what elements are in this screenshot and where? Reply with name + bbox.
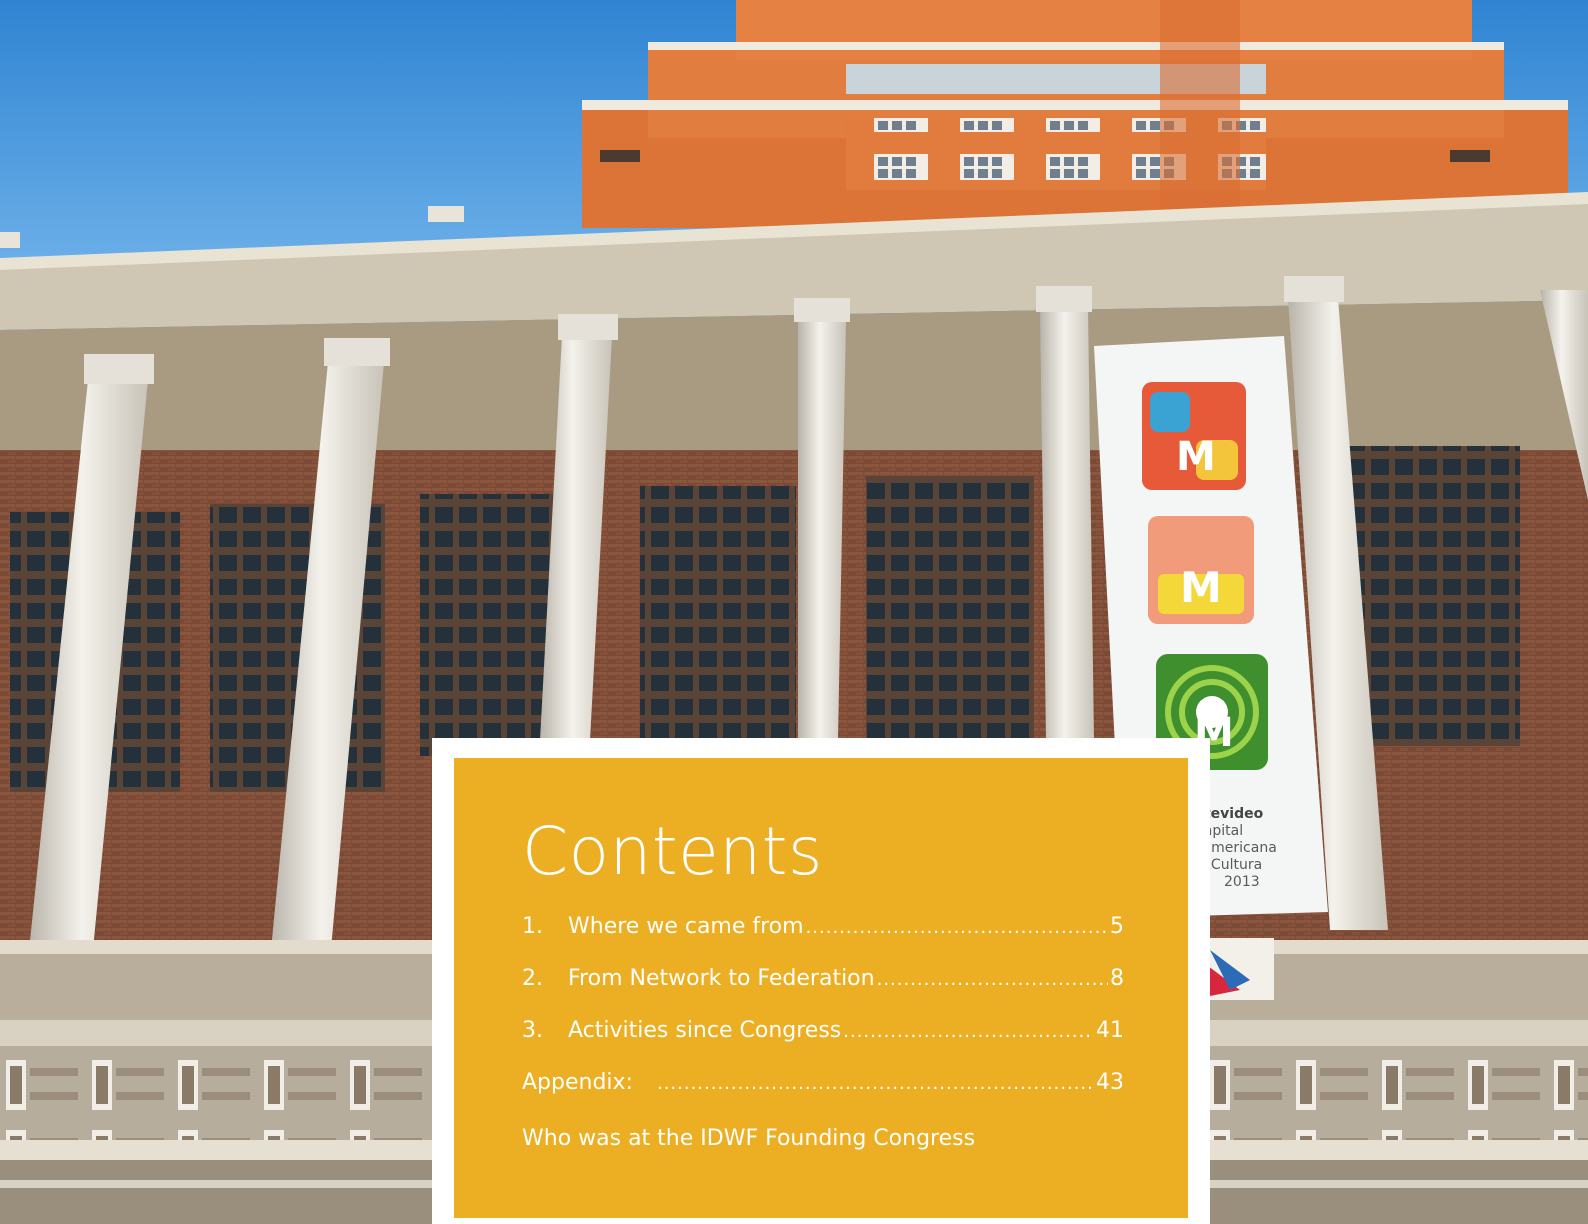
banner-caption: ntevideo Capital oamericana la Cultura 2… xyxy=(1194,806,1304,891)
toc-entry-number: 1. xyxy=(522,914,543,939)
banner-caption-line: Capital xyxy=(1194,823,1244,839)
banner-caption-line: la Cultura xyxy=(1194,857,1263,873)
toc-entry-page: 5 xyxy=(1110,914,1124,939)
toc-entry-label: Appendix: xyxy=(522,1070,633,1095)
toc-entry-label: Activities since Congress xyxy=(568,1018,842,1043)
toc-entry-page: 8 xyxy=(1110,966,1124,991)
toc-dot-leader: ........................................… xyxy=(843,1021,1094,1042)
toc-dot-leader: ........................................… xyxy=(805,917,1108,938)
toc-entry-number: 2. xyxy=(522,966,543,991)
banner-caption-line: ntevideo xyxy=(1194,806,1264,822)
toc-entry-page: 41 xyxy=(1096,1018,1124,1043)
toc-entry[interactable]: 1. Where we came from ..................… xyxy=(522,912,1124,942)
toc-entry-label: Where we came from xyxy=(568,914,804,939)
toc-entry-appendix[interactable]: Appendix: ..............................… xyxy=(522,1068,1124,1098)
toc-entry-label: From Network to Federation xyxy=(568,966,875,991)
toc-entry[interactable]: 3. Activities since Congress ...........… xyxy=(522,1016,1124,1046)
appendix-subtitle: Who was at the IDWF Founding Congress xyxy=(522,1126,976,1151)
toc-dot-leader: ........................................… xyxy=(656,1073,1094,1094)
toc-entry[interactable]: 2. From Network to Federation ..........… xyxy=(522,964,1124,994)
svg-text:M: M xyxy=(1180,563,1222,612)
banner-caption-line: 2013 xyxy=(1224,874,1260,890)
toc-entry-number: 3. xyxy=(522,1018,543,1043)
banner-caption-line: oamericana xyxy=(1194,840,1277,856)
page-title: Contents xyxy=(522,813,823,890)
toc-entry-page: 43 xyxy=(1096,1070,1124,1095)
toc-dot-leader: ........................................… xyxy=(876,969,1108,990)
svg-text:M: M xyxy=(1176,434,1216,480)
